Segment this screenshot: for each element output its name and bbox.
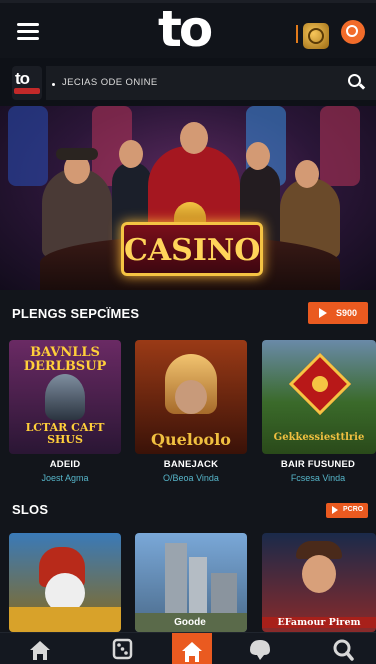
casino-sign-text: CASINO: [124, 233, 261, 268]
search-placeholder: JECIAS ODE ONINE: [62, 77, 158, 88]
small-logo-text: to: [15, 69, 30, 88]
section-title-slots: SLOS: [12, 502, 49, 517]
card-title[interactable]: BANEJACK: [135, 459, 247, 470]
nav-chat[interactable]: [232, 633, 288, 664]
game-card[interactable]: Queloolo: [135, 340, 247, 454]
card-title[interactable]: BAIR FUSUNED: [262, 459, 374, 470]
nav-search[interactable]: [316, 633, 372, 664]
view-all-slots-button[interactable]: PCRO: [326, 503, 368, 518]
slot-card[interactable]: EFamour Pirem: [262, 533, 376, 632]
search-icon: [333, 639, 354, 661]
hero-banner[interactable]: CASINO: [0, 106, 376, 290]
card-art-title: EFamour Pirem: [262, 617, 376, 628]
nav-games[interactable]: [94, 633, 150, 664]
card-art-title: Queloolo: [151, 430, 231, 449]
card-art-title: Gekkessiesttlrie: [273, 432, 365, 443]
nav-home[interactable]: [12, 633, 68, 664]
casino-sign: CASINO: [121, 222, 263, 276]
dice-icon: [112, 638, 133, 660]
card-art-title: BAVNLLS DERLBSUP: [23, 345, 107, 374]
magnifier-icon[interactable]: [348, 74, 366, 90]
home-icon: [30, 641, 50, 660]
section-title-featured: PLENGS SEPCÏMES: [12, 306, 140, 321]
card-art-subtitle: LCTAR CAFT SHUS: [25, 421, 105, 446]
view-all-button[interactable]: S900: [308, 302, 368, 324]
menu-icon[interactable]: [17, 23, 39, 41]
card-subtitle[interactable]: Joest Agma: [9, 473, 121, 483]
nav-home-active[interactable]: [172, 633, 212, 664]
promotions-icon[interactable]: [303, 23, 329, 49]
card-subtitle[interactable]: O/Beoa Vinda: [135, 473, 247, 483]
search-input[interactable]: JECIAS ODE ONINE: [46, 66, 376, 100]
divider: [296, 25, 298, 43]
top-bar: to: [0, 0, 376, 58]
active-nav-label: Goode: [174, 617, 206, 628]
search-icon[interactable]: [341, 20, 365, 44]
home-icon: [182, 642, 202, 662]
card-subtitle[interactable]: Fcsesa Vinda: [262, 473, 374, 483]
chat-icon: [250, 640, 270, 660]
game-card[interactable]: Gekkessiesttlrie: [262, 340, 376, 454]
view-all-label: S900: [336, 308, 358, 318]
slot-card[interactable]: [9, 533, 121, 632]
view-all-slots-label: PCRO: [343, 506, 364, 513]
card-title[interactable]: ADEID: [9, 459, 121, 470]
search-bar: to JECIAS ODE ONINE: [0, 58, 376, 106]
brand-logo[interactable]: to: [158, 3, 213, 55]
game-card[interactable]: BAVNLLS DERLBSUP LCTAR CAFT SHUS: [9, 340, 121, 454]
small-logo[interactable]: to: [12, 66, 42, 100]
bottom-nav: [0, 632, 376, 664]
